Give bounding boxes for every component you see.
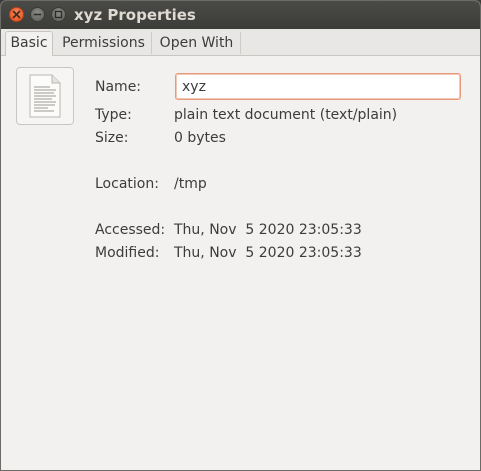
- minimize-icon: [33, 13, 42, 16]
- accessed-label: Accessed:: [95, 222, 166, 238]
- maximize-icon: [54, 10, 63, 19]
- location-value: /tmp: [174, 176, 207, 192]
- tab-basic[interactable]: Basic: [5, 31, 53, 56]
- tab-permissions[interactable]: Permissions: [56, 32, 152, 54]
- close-icon: [12, 10, 21, 19]
- maximize-window-button[interactable]: [51, 7, 66, 22]
- tab-open-with[interactable]: Open With: [153, 32, 241, 54]
- minimize-window-button[interactable]: [30, 7, 45, 22]
- properties-window: xyz Properties Basic Permissions Open Wi…: [0, 0, 481, 471]
- text-document-icon: [29, 74, 61, 118]
- name-label: Name:: [95, 79, 142, 95]
- name-field[interactable]: [175, 73, 461, 100]
- location-label: Location:: [95, 176, 159, 192]
- file-icon-button[interactable]: [16, 67, 74, 125]
- type-label: Type:: [95, 107, 132, 123]
- type-value: plain text document (text/plain): [174, 107, 398, 123]
- size-label: Size:: [95, 130, 129, 146]
- modified-label: Modified:: [95, 245, 160, 261]
- accessed-value: Thu, Nov 5 2020 23:05:33: [174, 222, 362, 238]
- window-title: xyz Properties: [74, 6, 196, 24]
- close-window-button[interactable]: [9, 7, 24, 22]
- modified-value: Thu, Nov 5 2020 23:05:33: [174, 245, 362, 261]
- size-value: 0 bytes: [174, 130, 226, 146]
- tab-bar: Basic Permissions Open With: [1, 29, 480, 56]
- title-bar[interactable]: xyz Properties: [1, 1, 480, 29]
